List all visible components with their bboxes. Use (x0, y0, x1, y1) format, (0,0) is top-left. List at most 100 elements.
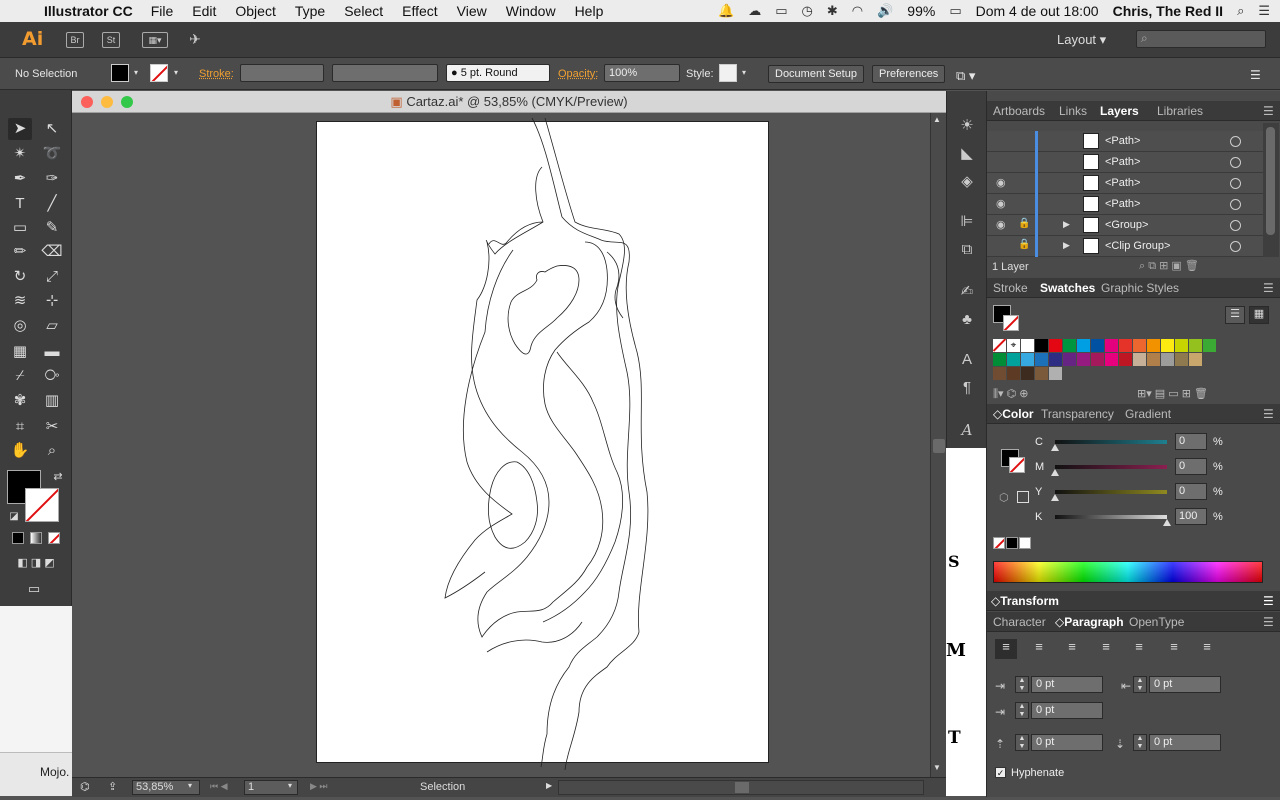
stroke-weight-field[interactable] (240, 64, 324, 82)
shape-builder-tool-icon[interactable]: ◎ (8, 315, 32, 337)
last-artboard-icon[interactable]: ▶ ⏭ (310, 781, 328, 792)
tab-transparency[interactable]: Transparency (1041, 407, 1114, 421)
swatch[interactable] (1035, 367, 1048, 380)
justify-last-center-icon[interactable]: ≡ (1128, 639, 1150, 659)
channel-slider[interactable] (1055, 490, 1167, 494)
swatch-stroke-indicator[interactable] (1003, 315, 1019, 331)
hyphenate-checkbox[interactable]: ✓ (995, 767, 1006, 778)
type-tool-icon[interactable]: T (8, 193, 32, 215)
channel-value-field[interactable]: 0 (1175, 458, 1207, 475)
column-graph-tool-icon[interactable]: ▥ (40, 390, 64, 412)
time-machine-icon[interactable]: ◷ (802, 3, 813, 19)
minimize-window-button[interactable] (101, 96, 113, 108)
swatch[interactable] (1175, 339, 1188, 352)
layers-panel-menu-icon[interactable]: ☰ (1263, 104, 1274, 118)
airplay-icon[interactable]: ▭ (775, 3, 787, 19)
status-tool-name[interactable]: Selection (420, 781, 465, 793)
menu-type[interactable]: Type (295, 3, 325, 19)
swatch[interactable] (1077, 353, 1090, 366)
swatch[interactable] (1105, 353, 1118, 366)
artboard-tool-icon[interactable]: ⌗ (8, 416, 32, 438)
pathfinder-panel-icon[interactable]: ⧉ (956, 239, 978, 261)
free-transform-tool-icon[interactable]: ⊹ (40, 290, 64, 312)
width-tool-icon[interactable]: ≋ (8, 290, 32, 312)
bluetooth-icon[interactable]: ✱ (827, 3, 838, 19)
swatch-libraries-menu-icon[interactable]: ⫼▾ ⌬ ⊕ (993, 387, 1029, 401)
document-titlebar[interactable]: ▣ Cartaz.ai* @ 53,85% (CMYK/Preview) (72, 91, 946, 113)
menu-effect[interactable]: Effect (402, 3, 438, 19)
symbols-panel-icon[interactable]: ♣ (956, 309, 978, 331)
eyedropper-tool-icon[interactable]: ⌿ (8, 365, 32, 387)
visibility-eye-icon[interactable]: ◉ (996, 218, 1006, 231)
gradient-mode-button[interactable] (30, 532, 42, 544)
tab-graphic-styles[interactable]: Graphic Styles (1101, 281, 1179, 295)
expand-triangle-icon[interactable]: ▶ (1063, 219, 1070, 230)
swatch[interactable] (1203, 339, 1216, 352)
bridge-button[interactable]: Br (66, 32, 84, 48)
right-indent-stepper[interactable]: ▲ ▼ (1133, 676, 1147, 693)
fill-color-swatch[interactable] (111, 64, 129, 82)
swatch[interactable] (1049, 339, 1062, 352)
swatch[interactable] (1021, 353, 1034, 366)
first-artboard-icon[interactable]: ⏮ ◀ (210, 781, 228, 792)
swatch[interactable] (1007, 353, 1020, 366)
swatch[interactable] (1161, 353, 1174, 366)
notification-center-icon[interactable]: ☰ (1258, 3, 1270, 19)
space-after-field[interactable]: 0 pt (1149, 734, 1221, 751)
brushes-panel-icon[interactable]: ✍ (956, 281, 978, 303)
help-search-input[interactable]: ⌕ (1136, 30, 1266, 48)
swatch[interactable] (1021, 339, 1034, 352)
menu-file[interactable]: File (151, 3, 174, 19)
document-setup-button[interactable]: Document Setup (768, 65, 864, 83)
layer-name[interactable]: <Path> (1105, 198, 1140, 210)
paintbrush-tool-icon[interactable]: ✎ (40, 217, 64, 239)
channel-value-field[interactable]: 0 (1175, 483, 1207, 500)
zoom-dropdown-chevron-icon[interactable]: ▾ (188, 781, 192, 790)
canvas-area[interactable] (72, 113, 930, 777)
transform-panel-menu-icon[interactable]: ☰ (1263, 594, 1274, 608)
rotate-tool-icon[interactable]: ↻ (8, 266, 32, 288)
swatch[interactable] (1119, 353, 1132, 366)
swatch[interactable] (1119, 339, 1132, 352)
swatch[interactable] (1147, 353, 1160, 366)
arrange-documents-icon[interactable]: ▦▾ (142, 32, 168, 48)
share-icon[interactable]: ⇪ (108, 780, 117, 793)
swatch[interactable] (1049, 367, 1062, 380)
swatch[interactable] (1021, 367, 1034, 380)
swatches-footer-icons[interactable]: ⊞▾ ▤ ▭ ⊞ 🗑 (1137, 387, 1208, 400)
mesh-tool-icon[interactable]: ▦ (8, 341, 32, 363)
gpu-preview-icon[interactable]: ⌬ (80, 780, 90, 793)
wifi-icon[interactable]: ◠ (852, 3, 863, 19)
tab-libraries[interactable]: Libraries (1157, 104, 1203, 118)
channel-slider-thumb[interactable] (1051, 469, 1059, 476)
stroke-color-box[interactable] (25, 488, 59, 522)
swatch[interactable] (1133, 353, 1146, 366)
target-circle-icon[interactable] (1230, 220, 1241, 231)
swatch[interactable] (1175, 353, 1188, 366)
layer-name[interactable]: <Group> (1105, 219, 1148, 231)
out-of-gamut-icon[interactable]: ⬡ (999, 491, 1009, 504)
left-indent-field[interactable]: 0 pt (1031, 676, 1103, 693)
channel-slider[interactable] (1055, 465, 1167, 469)
menu-view[interactable]: View (457, 3, 487, 19)
gradient-panel-icon[interactable]: ◣ (956, 143, 978, 165)
layer-row[interactable]: 🔒 ▶ <Clip Group> (987, 236, 1263, 257)
tab-swatches[interactable]: Swatches (1040, 281, 1095, 295)
swatch[interactable] (1007, 367, 1020, 380)
layer-name[interactable]: <Path> (1105, 156, 1140, 168)
stock-button[interactable]: St (102, 32, 120, 48)
swatch[interactable] (1189, 339, 1202, 352)
app-name-menu[interactable]: Illustrator CC (44, 3, 133, 19)
preferences-button[interactable]: Preferences (872, 65, 946, 83)
tab-opentype[interactable]: OpenType (1129, 615, 1184, 629)
user-menu[interactable]: Chris, The Red II (1113, 3, 1223, 19)
vertical-scroll-thumb[interactable] (933, 439, 945, 453)
space-after-stepper[interactable]: ▲ ▼ (1133, 734, 1147, 751)
swatch[interactable] (1189, 353, 1202, 366)
selection-tool-icon[interactable]: ➤ (8, 118, 32, 140)
opacity-label[interactable]: Opacity: (558, 68, 598, 80)
tab-paragraph[interactable]: ◇Paragraph (1055, 615, 1124, 629)
background-window-tab[interactable]: Mojo. (0, 752, 72, 796)
status-menu-arrow-icon[interactable]: ▶ (546, 781, 552, 790)
color-black-swatch[interactable] (1006, 537, 1018, 549)
